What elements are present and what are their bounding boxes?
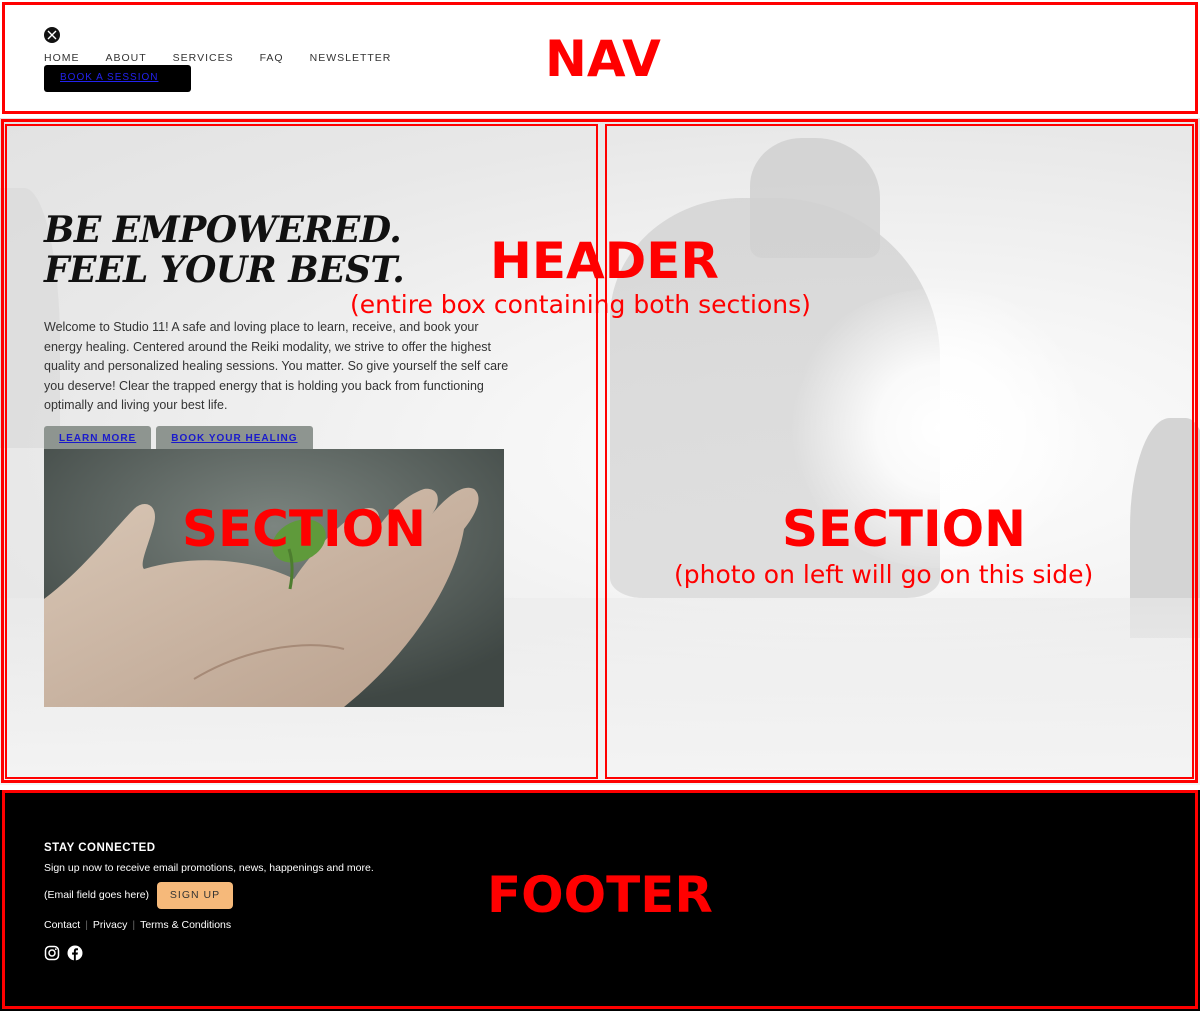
section-right-annotation-label: SECTION <box>782 500 1026 558</box>
nav-annotation-label: NAV <box>545 30 661 88</box>
section-right-annotation-sublabel: (photo on left will go on this side) <box>674 560 1094 589</box>
section-left-annotation-box <box>5 124 598 779</box>
footer-annotation-label: FOOTER <box>487 866 713 924</box>
section-left-annotation-label: SECTION <box>182 500 426 558</box>
section-right-annotation-box <box>605 124 1194 779</box>
header-annotation-sublabel: (entire box containing both sections) <box>350 290 811 319</box>
header-annotation-label: HEADER <box>490 232 719 290</box>
